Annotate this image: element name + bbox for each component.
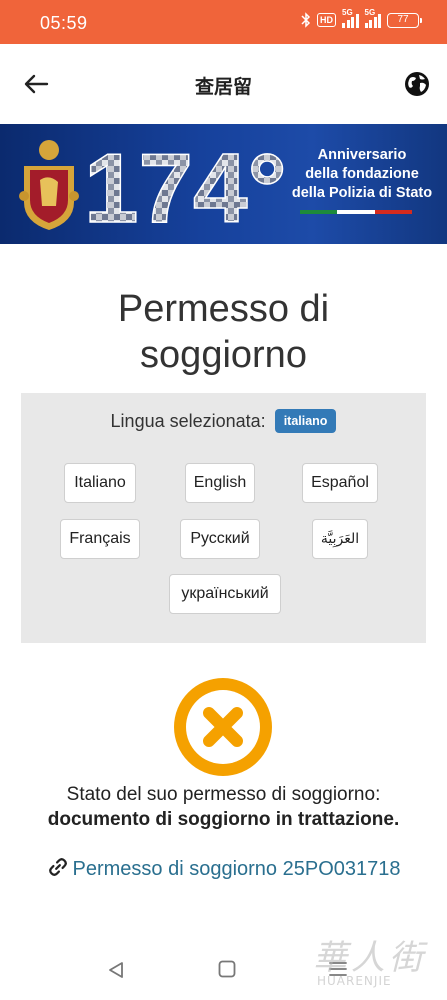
nav-back-icon[interactable] (106, 960, 126, 980)
permit-link[interactable]: Permesso di soggiorno 25PO031718 (0, 856, 447, 881)
watermark-logo: 華人街 HUARENJIE (313, 938, 427, 988)
svg-text:174°: 174° (84, 136, 284, 236)
selected-language: Lingua selezionata: italiano (21, 409, 426, 433)
lang-button-espanol[interactable]: Español (302, 463, 378, 503)
permit-status-label: Stato del suo permesso di soggiorno: (66, 784, 381, 805)
permit-status-value: documento di soggiorno in trattazione. (47, 809, 400, 830)
page-title: Permesso di soggiorno (117, 288, 330, 376)
language-panel: Lingua selezionata: italiano Italiano En… (21, 393, 426, 643)
banner-text: Anniversario della fondazione della Poli… (291, 147, 433, 201)
x-circle-icon (174, 678, 272, 776)
nav-home-icon[interactable] (218, 960, 236, 978)
status-icons: HD 5G 5G 77 (301, 8, 422, 28)
lang-button-russian[interactable]: Русский (180, 519, 260, 559)
lang-button-arabic[interactable]: العَرَبِيَّة (312, 519, 368, 559)
bluetooth-icon (301, 12, 311, 28)
app-bar: 查居留 (0, 44, 447, 124)
globe-icon[interactable] (403, 70, 431, 98)
battery-icon: 77 (387, 12, 422, 28)
selected-language-badge: italiano (274, 409, 337, 433)
signal-icon: 5G (342, 8, 359, 28)
clock: 05:59 (40, 13, 88, 33)
link-icon (48, 858, 67, 876)
italian-flag-stripe (300, 210, 412, 214)
hd-indicator: HD (317, 13, 336, 27)
permit-status: Stato del suo permesso di soggiorno: doc… (0, 782, 447, 832)
lang-button-ukrainian[interactable]: український (169, 574, 281, 614)
anniversary-graphic: 174° (84, 136, 284, 236)
app-title: 查居留 (194, 76, 252, 98)
signal-icon-2: 5G (364, 8, 381, 28)
anniversary-banner: 174° Anniversario della fondazione della… (0, 124, 447, 244)
status-bar: 05:59 HD 5G 5G 77 (0, 0, 447, 44)
police-crest-icon (19, 140, 79, 230)
lang-button-francais[interactable]: Français (60, 519, 140, 559)
permit-link-text[interactable]: Permesso di soggiorno 25PO031718 (73, 858, 401, 880)
lang-button-english[interactable]: English (185, 463, 255, 503)
lang-button-italiano[interactable]: Italiano (64, 463, 136, 503)
